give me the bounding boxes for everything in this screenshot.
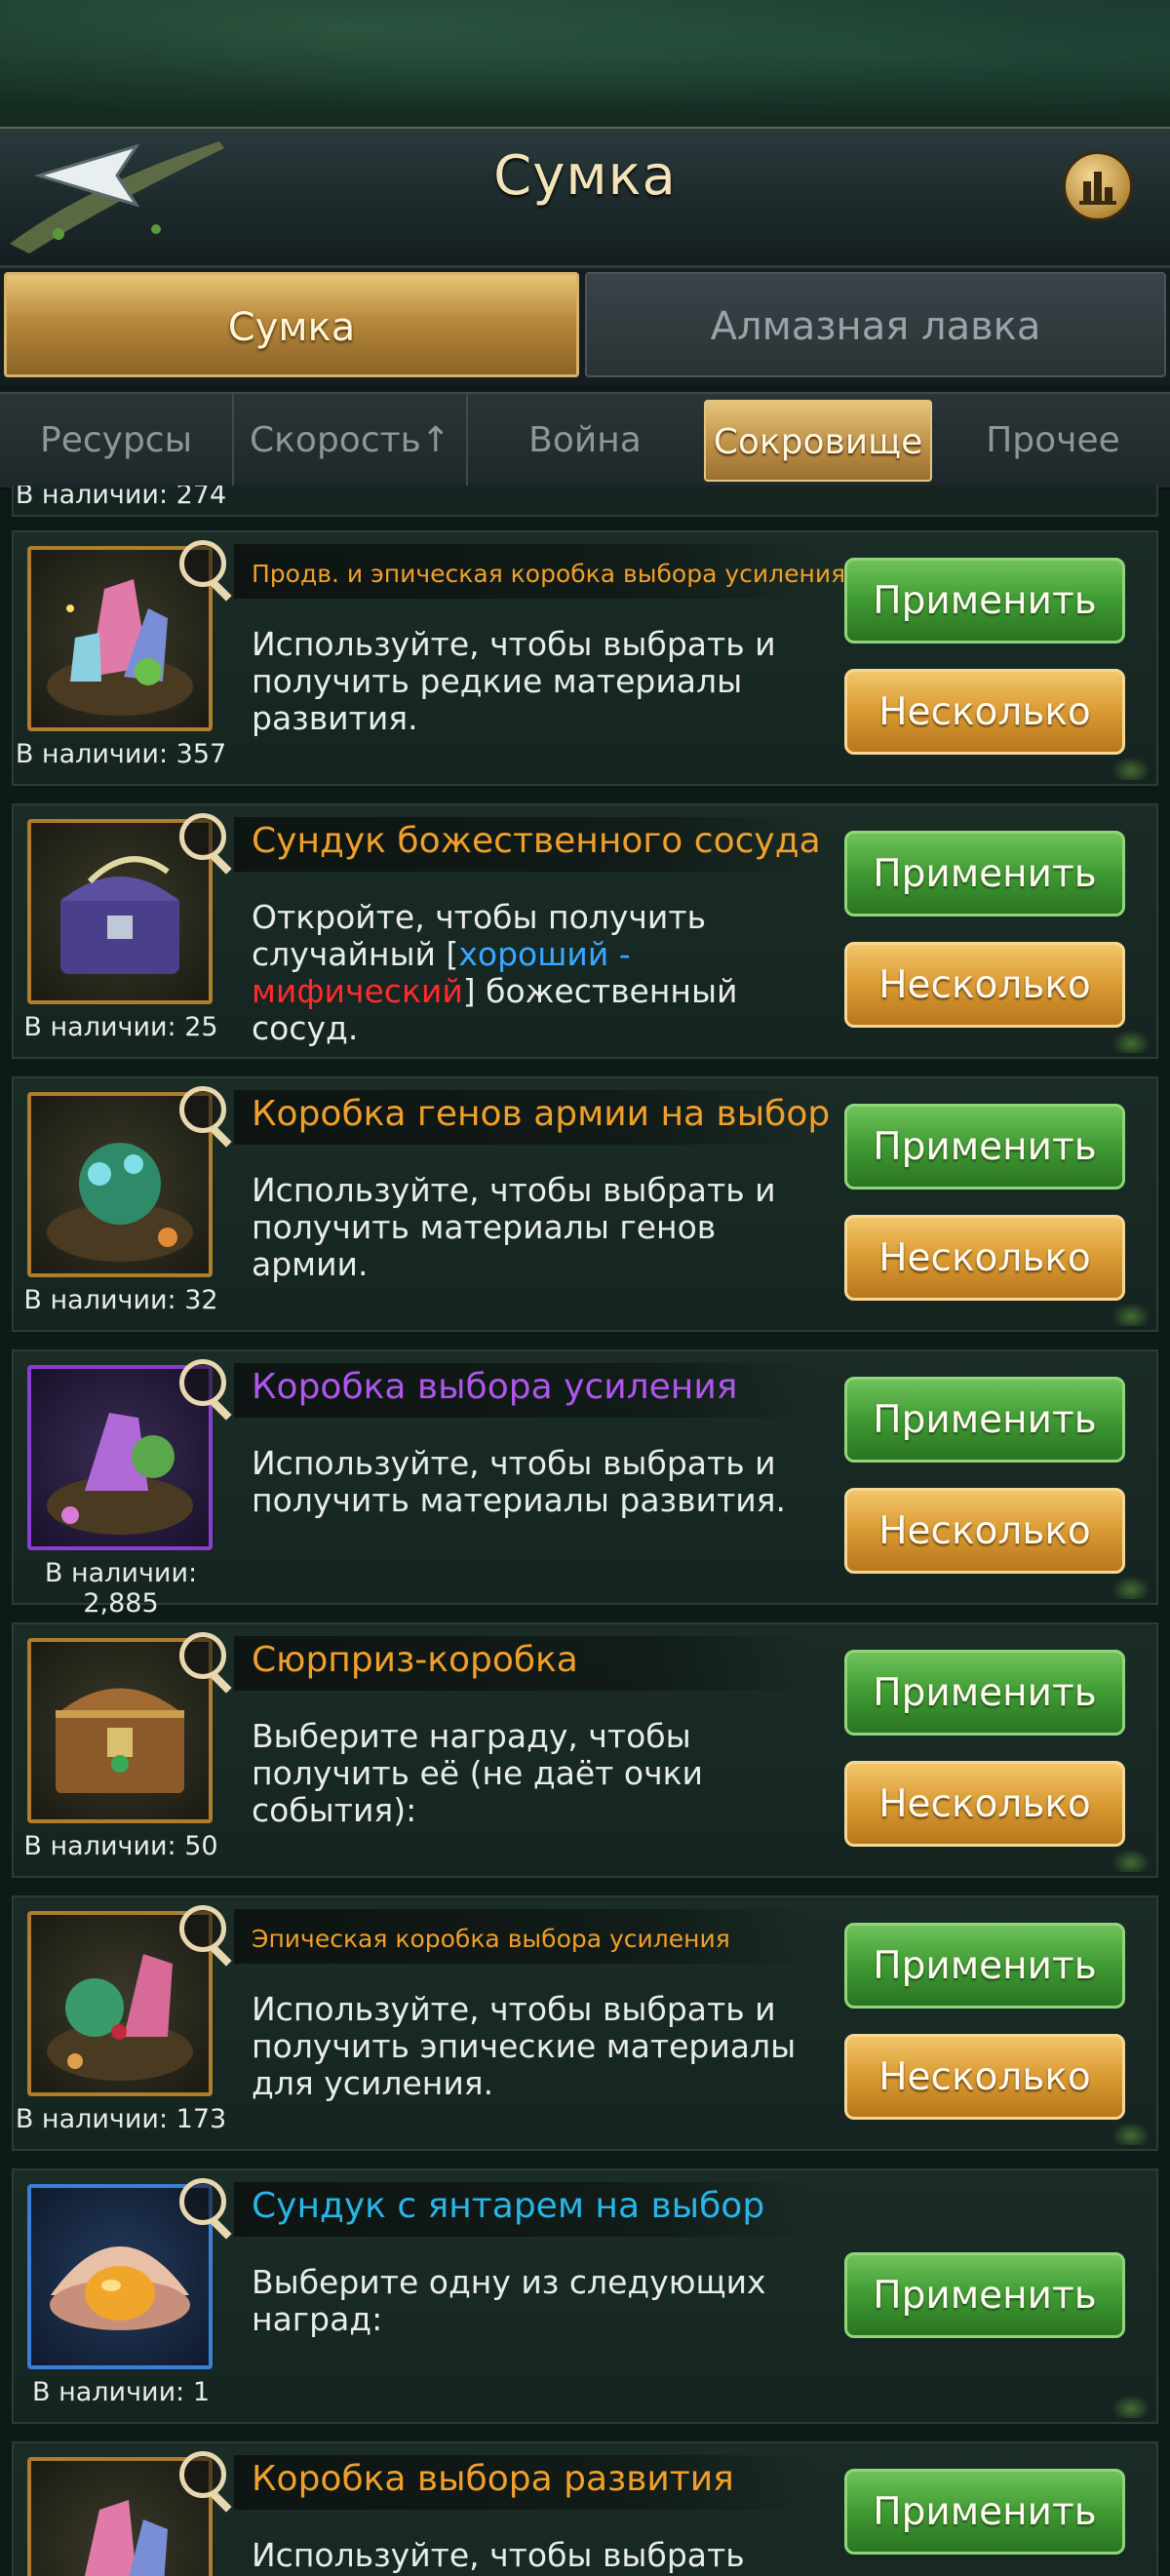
item-quantity: В наличии: 25 — [23, 1012, 218, 1042]
item-name: Сюрприз-коробка — [252, 1640, 578, 1680]
purple-chest-icon — [60, 856, 179, 974]
item-description: Используйте, чтобы выбрать и получить ре… — [252, 625, 776, 737]
item-card: В наличии: 173 Эпическая коробка выбора … — [12, 1895, 1158, 2151]
multiple-button[interactable]: Несколько — [844, 942, 1125, 1028]
crystal-nest-icon — [47, 579, 193, 716]
enhancement-nest-icon — [47, 1413, 193, 1535]
multiple-button[interactable]: Несколько — [844, 669, 1125, 755]
item-list[interactable]: В наличии: 274 В наличии: 357 Продв. и э… — [0, 486, 1170, 2576]
item-card: В наличии: 25 Сундук божественного сосуд… — [12, 803, 1158, 1059]
tab-other[interactable]: Прочее — [936, 394, 1170, 488]
magnifier-icon[interactable] — [179, 540, 226, 587]
apply-button[interactable]: Применить — [844, 831, 1125, 917]
leaf-decoration — [1112, 1849, 1150, 1872]
gene-nest-icon — [47, 1143, 193, 1262]
item-quantity: В наличии: 32 — [23, 1285, 218, 1315]
apply-button[interactable]: Применить — [844, 1923, 1125, 2009]
item-quantity: В наличии: 274 — [15, 486, 227, 510]
page-title: Сумка — [493, 144, 677, 208]
item-quantity: В наличии: 173 — [15, 2104, 227, 2134]
leaf-decoration — [1112, 2395, 1150, 2418]
item-quantity: В наличии: 2,885 — [44, 1558, 198, 1619]
multiple-button[interactable]: Несколько — [844, 2034, 1125, 2120]
item-name: Коробка выбора усиления — [252, 1367, 738, 1407]
item-name: Сундук божественного сосуда — [252, 821, 821, 861]
multiple-button[interactable]: Несколько — [844, 1488, 1125, 1574]
leaf-decoration — [1112, 2122, 1150, 2145]
tab-treasure[interactable]: Сокровище — [704, 400, 932, 482]
item-name: Продв. и эпическая коробка выбора усилен… — [252, 560, 846, 588]
apply-button[interactable]: Применить — [844, 2252, 1125, 2338]
item-description: Используйте, чтобы выбрать — [252, 2536, 745, 2574]
apply-button[interactable]: Применить — [844, 558, 1125, 644]
item-card: В наличии: 1 Сундук с янтарем на выбор В… — [12, 2168, 1158, 2424]
item-description: Используйте, чтобы выбрать и получить ма… — [252, 1444, 787, 1519]
item-name: Коробка выбора развития — [252, 2459, 734, 2499]
apply-button[interactable]: Применить — [844, 1104, 1125, 1190]
tab-war[interactable]: Война — [468, 394, 702, 488]
item-card: В наличии: 50 Сюрприз-коробка Выберите н… — [12, 1622, 1158, 1878]
item-description: Откройте, чтобы получить случайный [хоро… — [252, 898, 738, 1047]
apply-button[interactable]: Применить — [844, 1650, 1125, 1736]
apply-button[interactable]: Применить — [844, 2469, 1125, 2555]
item-card: Коробка выбора развития Используйте, что… — [12, 2441, 1158, 2576]
tab-resources[interactable]: Ресурсы — [0, 394, 234, 488]
leaf-decoration — [1112, 1030, 1150, 1053]
leaf-decoration — [1112, 1303, 1150, 1326]
magnifier-icon[interactable] — [179, 1086, 226, 1133]
magnifier-icon[interactable] — [179, 2178, 226, 2225]
tab-speedups[interactable]: Скорость↑ — [234, 394, 468, 488]
epic-nest-icon — [47, 1954, 193, 2081]
item-name: Эпическая коробка выбора усиления — [252, 1925, 730, 1953]
item-description: Выберите награду, чтобы получить её (не … — [252, 1717, 703, 1829]
tab-diamond-shop[interactable]: Алмазная лавка — [585, 272, 1166, 377]
magnifier-icon[interactable] — [179, 2451, 226, 2498]
apply-button[interactable]: Применить — [844, 1377, 1125, 1463]
item-card: В наличии: 2,885 Коробка выбора усиления… — [12, 1349, 1158, 1619]
main-tabs: Сумка Алмазная лавка — [0, 268, 1170, 385]
multiple-button[interactable]: Несколько — [844, 1215, 1125, 1301]
top-decorative-background — [0, 0, 1170, 132]
item-description: Выберите одну из следующих наград: — [252, 2263, 766, 2338]
multiple-button[interactable]: Несколько — [844, 1761, 1125, 1847]
leaf-decoration — [1112, 1576, 1150, 1599]
category-tabs: Ресурсы Скорость↑ Война Сокровище Прочее — [0, 392, 1170, 489]
magnifier-icon[interactable] — [179, 1359, 226, 1406]
amber-shell-icon — [50, 2246, 190, 2330]
item-card: В наличии: 274 — [12, 486, 1158, 517]
treasure-chest-icon — [56, 1688, 184, 1793]
item-name: Сундук с янтарем на выбор — [252, 2186, 765, 2226]
magnifier-icon[interactable] — [179, 1632, 226, 1679]
item-card: В наличии: 32 Коробка генов армии на выб… — [12, 1076, 1158, 1332]
tab-bag[interactable]: Сумка — [4, 272, 579, 377]
item-card: В наличии: 357 Продв. и эпическая коробк… — [12, 530, 1158, 786]
item-name: Коробка генов армии на выбор — [252, 1094, 831, 1134]
item-quantity: В наличии: 357 — [15, 739, 227, 769]
item-quantity: В наличии: 50 — [23, 1831, 218, 1861]
magnifier-icon[interactable] — [179, 813, 226, 860]
bar-chart-icon — [1079, 172, 1116, 205]
item-description: Используйте, чтобы выбрать и получить эп… — [252, 1990, 797, 2102]
item-quantity: В наличии: 1 — [31, 2377, 210, 2407]
leaf-decoration — [1112, 757, 1150, 780]
stats-button[interactable] — [1063, 151, 1133, 221]
item-description: Используйте, чтобы выбрать и получить ма… — [252, 1171, 776, 1283]
magnifier-icon[interactable] — [179, 1905, 226, 1952]
